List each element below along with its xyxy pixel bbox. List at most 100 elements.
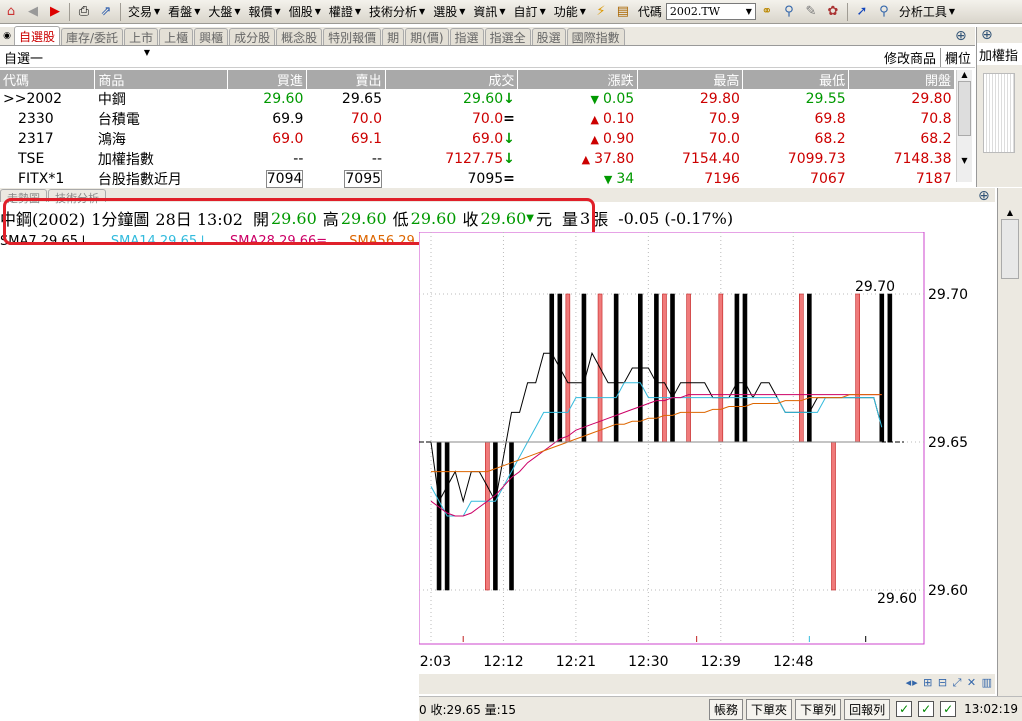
scroll-up-icon[interactable]: ▲: [998, 208, 1022, 217]
last-value: 70.0: [471, 111, 504, 127]
scroll-thumb[interactable]: [958, 81, 971, 136]
print-icon[interactable]: ⎙: [75, 3, 93, 21]
cell-low: 7099.73: [787, 151, 846, 167]
tab-11[interactable]: 指選全: [484, 28, 531, 45]
chart-vertical-scrollbar[interactable]: ▲: [997, 188, 1022, 696]
chevron-down-icon[interactable]: ▼: [746, 7, 752, 16]
lightning-icon[interactable]: ⚡: [592, 3, 610, 21]
menu-9[interactable]: 自訂 ▼: [510, 2, 550, 22]
col-header-7[interactable]: 最低: [742, 70, 850, 89]
chevron-down-icon: ▼: [354, 7, 362, 16]
change-value: 34: [616, 171, 635, 187]
col-header-1[interactable]: 商品: [94, 70, 229, 89]
tool-icon[interactable]: ✎: [802, 3, 820, 21]
zoom-icon[interactable]: ⊕: [955, 28, 967, 44]
menu-4[interactable]: 個股 ▼: [285, 2, 325, 22]
status-button-3[interactable]: 回報列: [844, 698, 891, 720]
tab-0[interactable]: 自選股: [14, 26, 61, 45]
col-header-5[interactable]: 漲跌: [517, 70, 638, 89]
symbol-input[interactable]: 2002.TW ▼: [665, 3, 756, 20]
col-header-2[interactable]: 買進: [227, 70, 307, 89]
tab-scroll-icon[interactable]: ◉: [0, 31, 14, 41]
open-link-icon[interactable]: ⇗: [97, 3, 115, 21]
tab-9[interactable]: 期(價): [405, 28, 449, 45]
col-header-6[interactable]: 最高: [637, 70, 744, 89]
menu-10[interactable]: 功能 ▼: [550, 2, 590, 22]
menu-0[interactable]: 交易 ▼: [124, 2, 164, 22]
check-icon[interactable]: ✓: [896, 701, 913, 717]
tab-8[interactable]: 期: [382, 28, 405, 45]
analysis-tools-menu[interactable]: 分析工具 ▼: [895, 2, 959, 22]
tab-12[interactable]: 股選: [531, 28, 566, 45]
tab-13[interactable]: 國際指數: [566, 28, 625, 45]
watchlist-bar: 自選一 ▼ 修改商品 欄位: [0, 47, 975, 68]
col-header-0[interactable]: 代碼: [0, 70, 96, 89]
col-header-3[interactable]: 賣出: [306, 70, 386, 89]
menu-7[interactable]: 選股 ▼: [429, 2, 469, 22]
menu-6[interactable]: 技術分析 ▼: [365, 2, 429, 22]
binoculars-icon[interactable]: ⚭: [758, 3, 776, 21]
cell-high: 29.80: [699, 91, 740, 107]
cursor-icon[interactable]: ➚: [853, 3, 871, 21]
col-header-4[interactable]: 成交: [385, 70, 519, 89]
tool2-icon[interactable]: ✿: [824, 3, 842, 21]
cell-open: 29.80: [911, 91, 952, 107]
clock-time: 13:02:19: [964, 702, 1018, 716]
menu-5[interactable]: 權證 ▼: [325, 2, 365, 22]
status-button-2[interactable]: 下單列: [795, 698, 842, 720]
notepad-icon[interactable]: ▤: [614, 3, 632, 21]
tab-10[interactable]: 指選: [449, 28, 484, 45]
col-header-8[interactable]: 開盤: [848, 70, 955, 89]
chart-zoom-icon[interactable]: ⊕: [978, 188, 990, 204]
x-tick-label: 12:12: [483, 654, 523, 670]
home-icon[interactable]: ⌂: [2, 3, 20, 21]
chart-tool-icons[interactable]: ◂▸ ⊞ ⊟ ⤢ ✕ ▥: [906, 676, 993, 690]
menu-3[interactable]: 報價 ▼: [245, 2, 285, 22]
intraday-chart[interactable]: 12:03 12:12 12:21 12:30 12:39 12:48 29.70 29.65…: [419, 232, 995, 672]
tab-3[interactable]: 上櫃: [159, 28, 194, 45]
up-triangle-icon: ▲: [590, 133, 600, 146]
back-arrow-icon[interactable]: ◀: [24, 3, 42, 21]
tab-6[interactable]: 概念股: [276, 28, 323, 45]
x-tick-label: 12:48: [773, 654, 813, 670]
cell-code: 2330: [18, 111, 54, 127]
tab-7[interactable]: 特別報價: [323, 28, 382, 45]
menu-2[interactable]: 大盤 ▼: [204, 2, 244, 22]
table-row[interactable]: 2330 台積電 69.9 70.0 70.0= ▲ 0.10 70.9 69.8 70.8: [0, 109, 955, 129]
menu-1[interactable]: 看盤 ▼: [164, 2, 204, 22]
quote-scrollbar[interactable]: ▲ ▼: [956, 70, 972, 182]
menu-label: 技術分析: [369, 5, 418, 19]
tab-5[interactable]: 成分股: [229, 28, 276, 45]
search-icon[interactable]: ⚲: [780, 3, 798, 21]
table-row[interactable]: FITX*1 台股指數近月 7094 7095 7095= ▼ 34 7196 7067 7187: [0, 169, 955, 189]
columns-button[interactable]: 欄位: [941, 48, 975, 67]
toolbar-separator: [846, 2, 848, 21]
scroll-up-icon[interactable]: ▲: [957, 70, 972, 79]
index-panel-tab[interactable]: 加權指: [977, 43, 1022, 65]
analysis-search-icon[interactable]: ⚲: [875, 3, 893, 21]
index-zoom-icon[interactable]: ⊕: [977, 27, 1022, 43]
table-row[interactable]: TSE 加權指數 -- -- 7127.75↓ ▲ 37.80 7154.40 7099.73 7…: [0, 149, 955, 169]
forward-arrow-icon[interactable]: ▶: [46, 3, 64, 21]
check-icon[interactable]: ✓: [918, 701, 935, 717]
table-row[interactable]: >>2002 中鋼 29.60 29.65 29.60↓ ▼ 0.05 29.80 29.55 2…: [0, 89, 955, 109]
scroll-thumb[interactable]: [1001, 219, 1019, 279]
table-row[interactable]: 2317 鴻海 69.0 69.1 69.0↓ ▲ 0.90 70.0 68.2 68.2: [0, 129, 955, 149]
tab-1[interactable]: 庫存/委託: [61, 28, 124, 45]
down-triangle-icon: ▼: [603, 173, 613, 186]
menu-label: 自訂: [513, 5, 538, 19]
scroll-down-icon[interactable]: ▼: [957, 156, 972, 165]
status-button-1[interactable]: 下單夾: [746, 698, 793, 720]
tab-4[interactable]: 興櫃: [194, 28, 229, 45]
watchlist-select[interactable]: 自選一 ▼: [0, 48, 150, 67]
modify-items-button[interactable]: 修改商品: [880, 47, 941, 67]
tab-2[interactable]: 上市: [124, 28, 159, 45]
check-icon[interactable]: ✓: [940, 701, 957, 717]
cell-high: 70.0: [708, 131, 740, 147]
chart-scrollbar[interactable]: ◂▸ ⊞ ⊟ ⤢ ✕ ▥: [419, 674, 995, 694]
status-button-0[interactable]: 帳務: [709, 698, 744, 720]
cell-ask: 69.1: [306, 129, 385, 149]
candle-bar: [565, 293, 571, 443]
menu-8[interactable]: 資訊 ▼: [469, 2, 509, 22]
candle-bar: [855, 293, 860, 443]
